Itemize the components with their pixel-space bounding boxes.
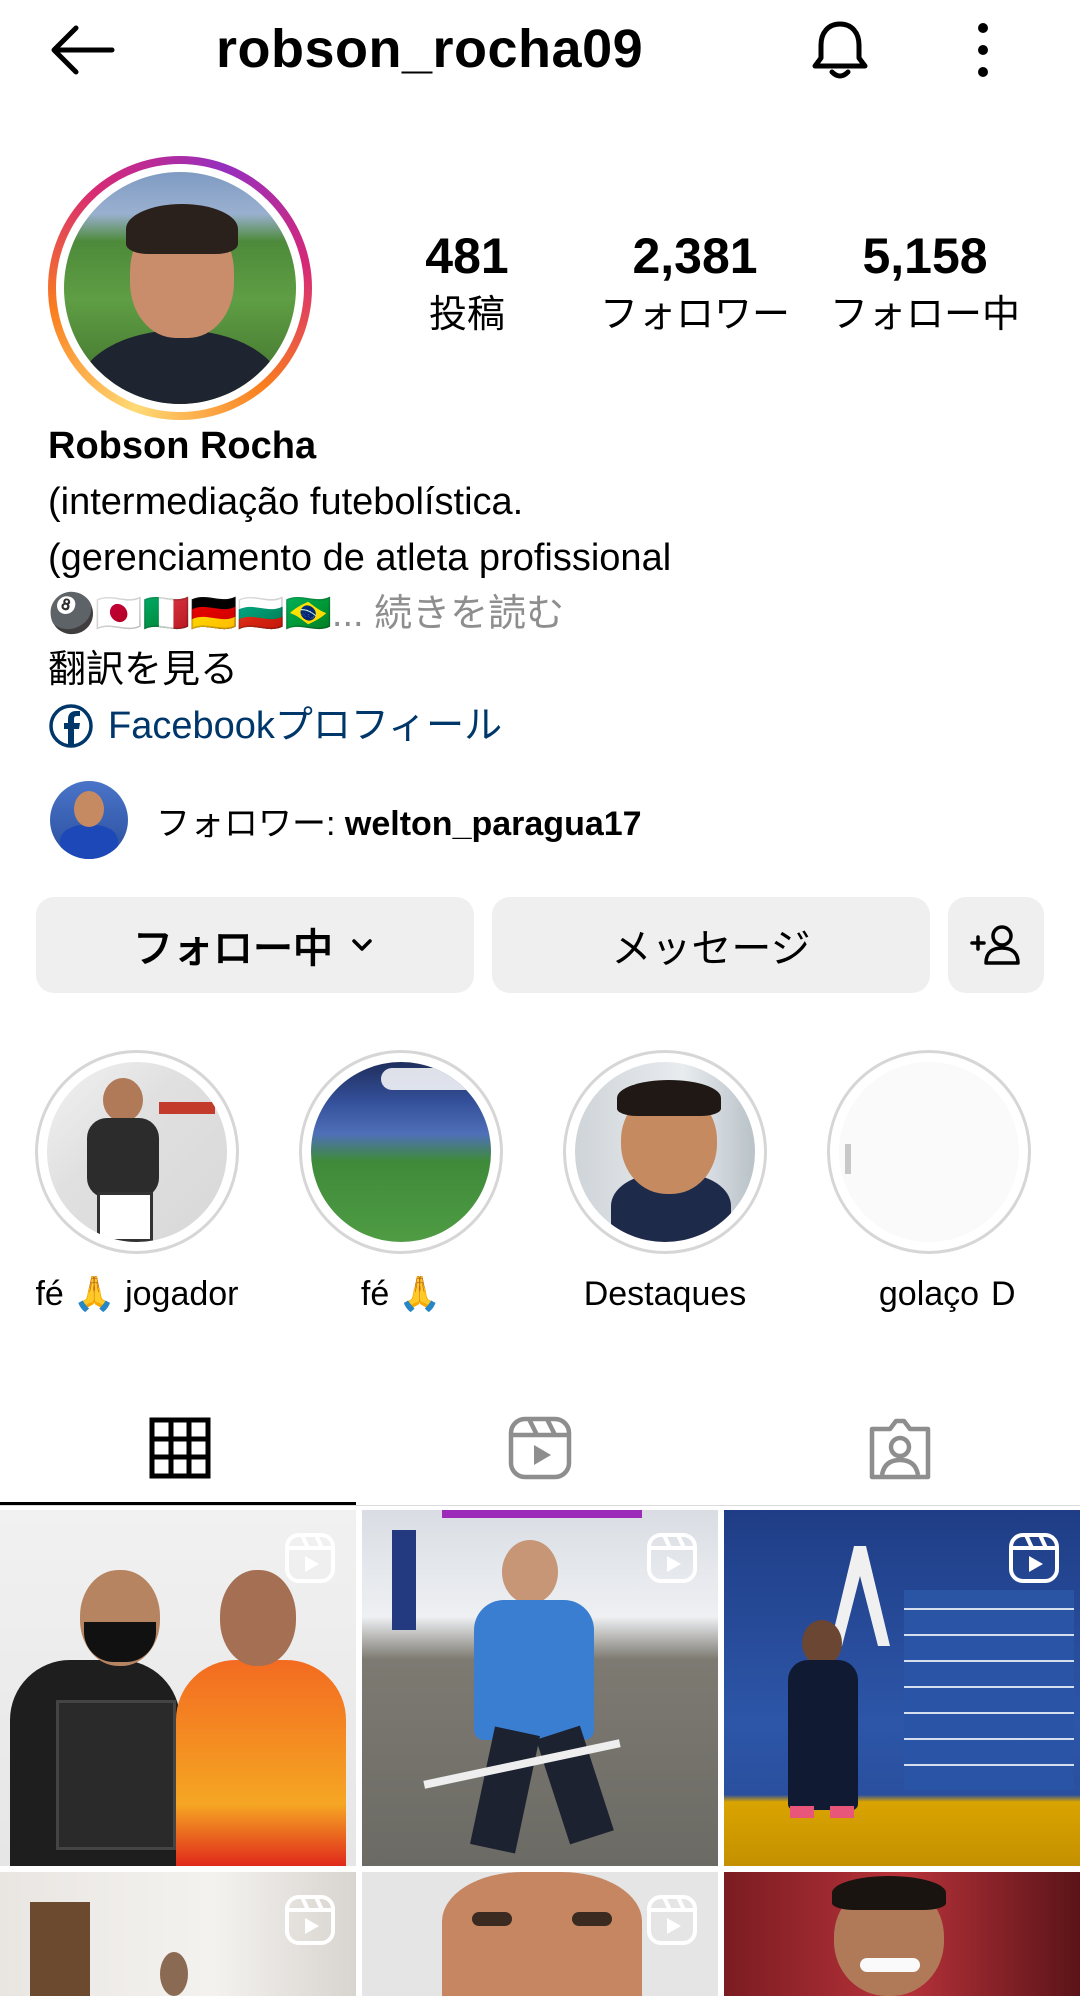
- post-thumbnail[interactable]: [362, 1510, 718, 1866]
- facebook-profile-link[interactable]: Facebookプロフィール: [48, 698, 1048, 754]
- bio-emojis: 🎱🇯🇵🇮🇹🇩🇪🇧🇬🇧🇷: [48, 593, 332, 635]
- follower-avatar: [50, 781, 128, 859]
- posts-stat[interactable]: 481 投稿: [347, 226, 587, 342]
- followers-count: 2,381: [632, 228, 758, 284]
- reel-badge-icon: [1009, 1533, 1059, 1583]
- post-thumbnail[interactable]: [0, 1872, 356, 1996]
- add-user-icon: [970, 925, 1020, 965]
- grid-icon: [149, 1417, 211, 1479]
- more-vertical-icon[interactable]: [966, 18, 1000, 82]
- post-thumbnail[interactable]: [0, 1510, 356, 1866]
- suggest-users-button[interactable]: [948, 897, 1044, 993]
- followers-label: フォロワー: [599, 294, 790, 336]
- followers-stat[interactable]: 2,381 フォロワー: [575, 226, 815, 342]
- read-more-link[interactable]: ... 続きを読む: [332, 593, 564, 635]
- reel-badge-icon: [647, 1533, 697, 1583]
- highlight-cover: [47, 1062, 227, 1242]
- profile-avatar[interactable]: [48, 156, 312, 420]
- posts-count: 481: [425, 228, 509, 284]
- post-thumbnail[interactable]: [362, 1872, 718, 1996]
- tab-reels[interactable]: [360, 1390, 720, 1506]
- reel-badge-icon: [285, 1895, 335, 1945]
- tagged-icon: [869, 1418, 931, 1480]
- arrow-left-icon[interactable]: [46, 22, 118, 78]
- profile-username: robson_rocha09: [216, 19, 644, 79]
- top-bar: robson_rocha09: [0, 0, 1080, 100]
- highlight-label: D: [991, 1275, 1016, 1313]
- highlight-cover: [575, 1062, 755, 1242]
- highlight-cover: [839, 1062, 1019, 1242]
- facebook-icon: [49, 704, 93, 748]
- facebook-profile-label: Facebookプロフィール: [108, 705, 503, 747]
- following-button-label: フォロー中: [133, 927, 333, 971]
- message-button-label: メッセージ: [611, 927, 811, 971]
- following-stat[interactable]: 5,158 フォロー中: [805, 226, 1045, 342]
- tab-posts-grid[interactable]: [0, 1390, 360, 1506]
- tab-divider: [0, 1505, 1080, 1506]
- bio-line: (gerenciamento de atleta profissional: [48, 537, 672, 579]
- follower-username: welton_paragua17: [344, 804, 642, 843]
- chevron-down-icon: [352, 939, 372, 951]
- reel-badge-icon: [647, 1895, 697, 1945]
- tab-tagged[interactable]: [720, 1390, 1080, 1506]
- highlight-item[interactable]: fé 🙏: [299, 1050, 503, 1313]
- bio-line: (intermediação futebolística.: [48, 481, 524, 523]
- bio-emoji-line: 🎱🇯🇵🇮🇹🇩🇪🇧🇬🇧🇷... 続きを読む: [48, 586, 1048, 642]
- avatar-photo: [64, 172, 296, 404]
- highlight-item[interactable]: Destaques: [563, 1050, 767, 1313]
- message-button[interactable]: メッセージ: [492, 897, 930, 993]
- followed-by-row[interactable]: フォロワー: welton_paragua17: [50, 780, 642, 860]
- post-thumbnail[interactable]: [724, 1510, 1080, 1866]
- highlight-item[interactable]: fé 🙏 jogador: [35, 1050, 239, 1313]
- highlight-item[interactable]: golaço: [827, 1050, 1031, 1313]
- reel-badge-icon: [285, 1533, 335, 1583]
- highlight-cover: [311, 1062, 491, 1242]
- following-label: フォロー中: [829, 294, 1020, 336]
- following-count: 5,158: [862, 228, 988, 284]
- reels-icon: [508, 1416, 572, 1480]
- following-button[interactable]: フォロー中: [36, 897, 474, 993]
- posts-label: 投稿: [428, 294, 505, 336]
- see-translation-link[interactable]: 翻訳を見る: [48, 642, 1048, 698]
- bell-icon[interactable]: [806, 16, 874, 84]
- display-name: Robson Rocha: [48, 425, 317, 467]
- profile-bio: Robson Rocha (intermediação futebolístic…: [48, 418, 1048, 754]
- followed-by-text: フォロワー: welton_paragua17: [156, 804, 642, 843]
- post-thumbnail[interactable]: [724, 1872, 1080, 1996]
